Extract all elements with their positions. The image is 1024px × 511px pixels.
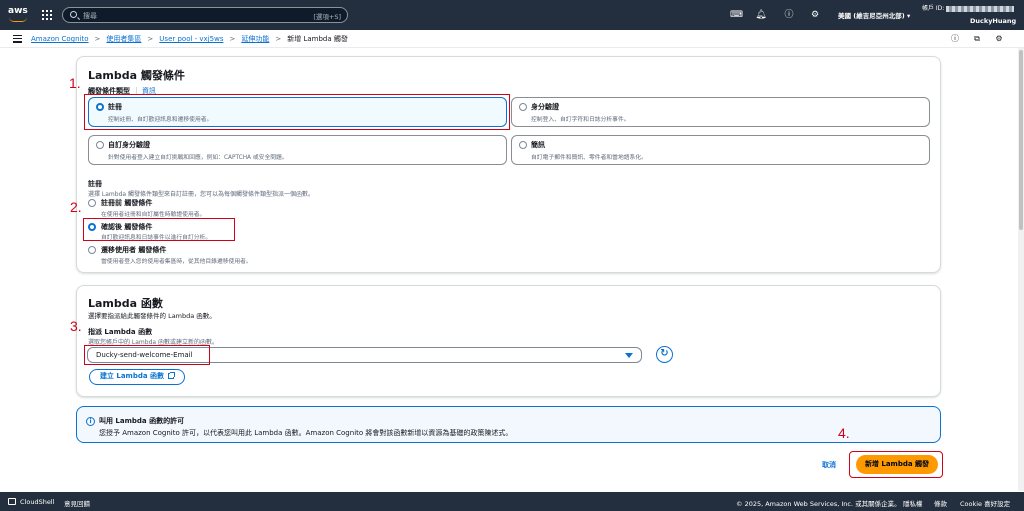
create-lambda-label: 建立 Lambda 函數 <box>99 372 165 380</box>
option-desc: 在使用者註冊和自訂屬性時驗證使用者。 <box>101 212 206 218</box>
radio-selected-icon <box>96 103 104 111</box>
tile-messaging[interactable]: 簡訊 自訂電子郵件和簡訊、零件者和當地語系化。 <box>511 135 930 165</box>
feedback-icon[interactable]: ⧉ <box>972 34 982 44</box>
option-title: 註冊前 觸發條件 <box>101 199 153 207</box>
services-grid-icon[interactable] <box>42 10 52 20</box>
assign-lambda-desc: 選取您帳戶中的 Lambda 函數或建立新的函數。 <box>88 339 218 346</box>
settings-icon[interactable]: ⚙ <box>994 34 1004 44</box>
option-title: 遷移使用者 觸發條件 <box>101 246 167 254</box>
tile-desc: 控制登入、自訂字符和日誌分析事件。 <box>531 117 630 123</box>
info-icon[interactable]: ⓘ <box>950 34 960 44</box>
add-lambda-trigger-button[interactable]: 新增 Lambda 觸發 <box>856 455 938 474</box>
tile-custom-auth[interactable]: 自訂身分驗證 針對使用者登入建立自訂挑戰和回應，例如：CAPTCHA 或安全問題… <box>88 135 507 165</box>
alert-text: 您授予 Amazon Cognito 許可，以代表您叫用此 Lambda 函數。… <box>99 429 513 437</box>
cloudshell-link[interactable]: CloudShell <box>20 498 54 506</box>
tile-title: 註冊 <box>108 103 122 111</box>
lambda-panel-desc: 選擇要指派給此觸發條件的 Lambda 函數。 <box>88 312 216 320</box>
tile-authentication[interactable]: 身分驗證 控制登入、自訂字符和日誌分析事件。 <box>511 97 930 127</box>
lambda-panel-title: Lambda 函數 <box>88 297 163 310</box>
privacy-link[interactable]: 隱私權 <box>903 498 923 508</box>
alert-title: 叫用 Lambda 函數的許可 <box>99 417 185 425</box>
signup-desc: 選擇 Lambda 觸發條件類型來自訂註冊，您可以為每個觸發條件類型指派一個函數… <box>88 191 314 198</box>
option-title: 確認後 觸發條件 <box>101 223 153 231</box>
radio-selected-icon <box>88 223 96 231</box>
cancel-button[interactable]: 取消 <box>822 460 836 470</box>
breadcrumb-current: 新增 Lambda 觸發 <box>287 35 348 43</box>
selected-function: Ducky-send-welcome-Email <box>96 351 193 359</box>
tile-title: 身分驗證 <box>531 103 559 111</box>
bell-icon[interactable]: 🔔︎ <box>755 9 767 21</box>
annotation-3: 3. <box>70 318 82 334</box>
signup-label: 註冊 <box>88 180 102 188</box>
chevron-right-icon: > <box>147 35 154 43</box>
terms-link[interactable]: 條款 <box>934 498 947 508</box>
aws-logo-text: aws <box>8 6 28 16</box>
radio-icon <box>519 141 527 149</box>
top-navigation: aws 搜尋 [選項+S] ⌨ 🔔︎ ⓘ ⚙ 美國 (維吉尼亞州北部) 帳戶 I… <box>0 0 1024 30</box>
breadcrumb-user-pools[interactable]: 使用者集區 <box>106 35 141 43</box>
refresh-button[interactable]: ↻ <box>656 346 673 363</box>
search-input[interactable]: 搜尋 [選項+S] <box>62 7 348 23</box>
tile-signup[interactable]: 註冊 控制註冊、自訂歡迎訊息和遷移使用者。 <box>88 97 507 127</box>
info-icon: i <box>86 417 95 426</box>
tile-desc: 控制註冊、自訂歡迎訊息和遷移使用者。 <box>108 117 213 123</box>
region-selector[interactable]: 美國 (維吉尼亞州北部) <box>838 10 910 20</box>
copyright: © 2025, Amazon Web Services, Inc. 或其關係企業… <box>736 500 901 508</box>
breadcrumb: Amazon Cognito > 使用者集區 > User pool - vxj5ws >… <box>31 34 348 44</box>
breadcrumb-user-pool[interactable]: User pool - vxj5ws <box>159 35 223 43</box>
tile-title: 自訂身分驗證 <box>108 141 150 149</box>
trigger-type-label-text: 觸發條件類型 <box>88 87 130 95</box>
help-icon[interactable]: ⓘ <box>783 9 795 21</box>
annotation-1: 1. <box>69 75 81 91</box>
cloudshell-icon[interactable] <box>8 498 16 505</box>
tile-desc: 針對使用者登入建立自訂挑戰和回應，例如：CAPTCHA 或安全問題。 <box>108 155 288 161</box>
footer: CloudShell 意見回饋 © 2025, Amazon Web Servi… <box>0 492 1024 511</box>
radio-icon <box>96 141 104 149</box>
menu-icon[interactable] <box>13 35 22 43</box>
chevron-right-icon: > <box>275 35 282 43</box>
chevron-right-icon: > <box>94 35 101 43</box>
info-link[interactable]: 資訊 <box>136 87 156 95</box>
search-placeholder: 搜尋 <box>83 12 97 20</box>
caret-down-icon <box>625 353 633 358</box>
search-icon <box>70 11 77 18</box>
search-shortcut: [選項+S] <box>313 13 341 21</box>
tile-desc: 自訂電子郵件和簡訊、零件者和當地語系化。 <box>531 155 647 161</box>
terminal-icon[interactable]: ⌨ <box>730 9 743 21</box>
assign-lambda-label: 指派 Lambda 函數 <box>88 328 153 336</box>
lambda-function-select[interactable]: Ducky-send-welcome-Email <box>87 347 642 363</box>
user-name[interactable]: DuckyHuang <box>970 17 1016 25</box>
trigger-panel: Lambda 觸發條件 觸發條件類型 資訊 註冊 控制註冊、自訂歡迎訊息和遷移使用… <box>76 56 941 273</box>
cookie-preferences-link[interactable]: Cookie 喜好設定 <box>960 498 1010 508</box>
tile-title: 簡訊 <box>531 141 545 149</box>
account-id-masked <box>946 5 1015 12</box>
feedback-link[interactable]: 意見回饋 <box>64 498 90 508</box>
breadcrumb-extensions[interactable]: 延伸功能 <box>241 35 269 43</box>
trigger-panel-title: Lambda 觸發條件 <box>88 69 185 82</box>
aws-logo[interactable]: aws <box>8 6 30 24</box>
lambda-panel: Lambda 函數 選擇要指派給此觸發條件的 Lambda 函數。 指派 Lam… <box>76 285 941 397</box>
radio-icon <box>88 199 96 207</box>
account-id[interactable]: 帳戶 ID: <box>922 3 1015 12</box>
scrollbar[interactable] <box>1018 48 1024 491</box>
trigger-type-label: 觸發條件類型 資訊 <box>88 86 156 96</box>
refresh-icon: ↻ <box>660 348 669 359</box>
option-desc: 當使用者登入您的使用者集區時，從其他目錄遷移使用者。 <box>101 259 252 265</box>
annotation-4: 4. <box>838 425 850 441</box>
gear-icon[interactable]: ⚙ <box>809 9 821 21</box>
breadcrumb-bar: Amazon Cognito > 使用者集區 > User pool - vxj5ws >… <box>0 30 1024 48</box>
chevron-right-icon: > <box>229 35 236 43</box>
annotation-2: 2. <box>70 199 82 215</box>
radio-icon <box>88 246 96 254</box>
create-lambda-button[interactable]: 建立 Lambda 函數 <box>89 369 185 385</box>
permission-alert: i 叫用 Lambda 函數的許可 您授予 Amazon Cognito 許可，… <box>76 406 941 443</box>
account-label: 帳戶 ID: <box>922 5 945 12</box>
option-desc: 自訂歡迎訊息和日誌事件以進行自訂分析。 <box>101 235 212 241</box>
external-link-icon <box>168 371 176 379</box>
breadcrumb-cognito[interactable]: Amazon Cognito <box>31 35 89 43</box>
radio-icon <box>519 103 527 111</box>
